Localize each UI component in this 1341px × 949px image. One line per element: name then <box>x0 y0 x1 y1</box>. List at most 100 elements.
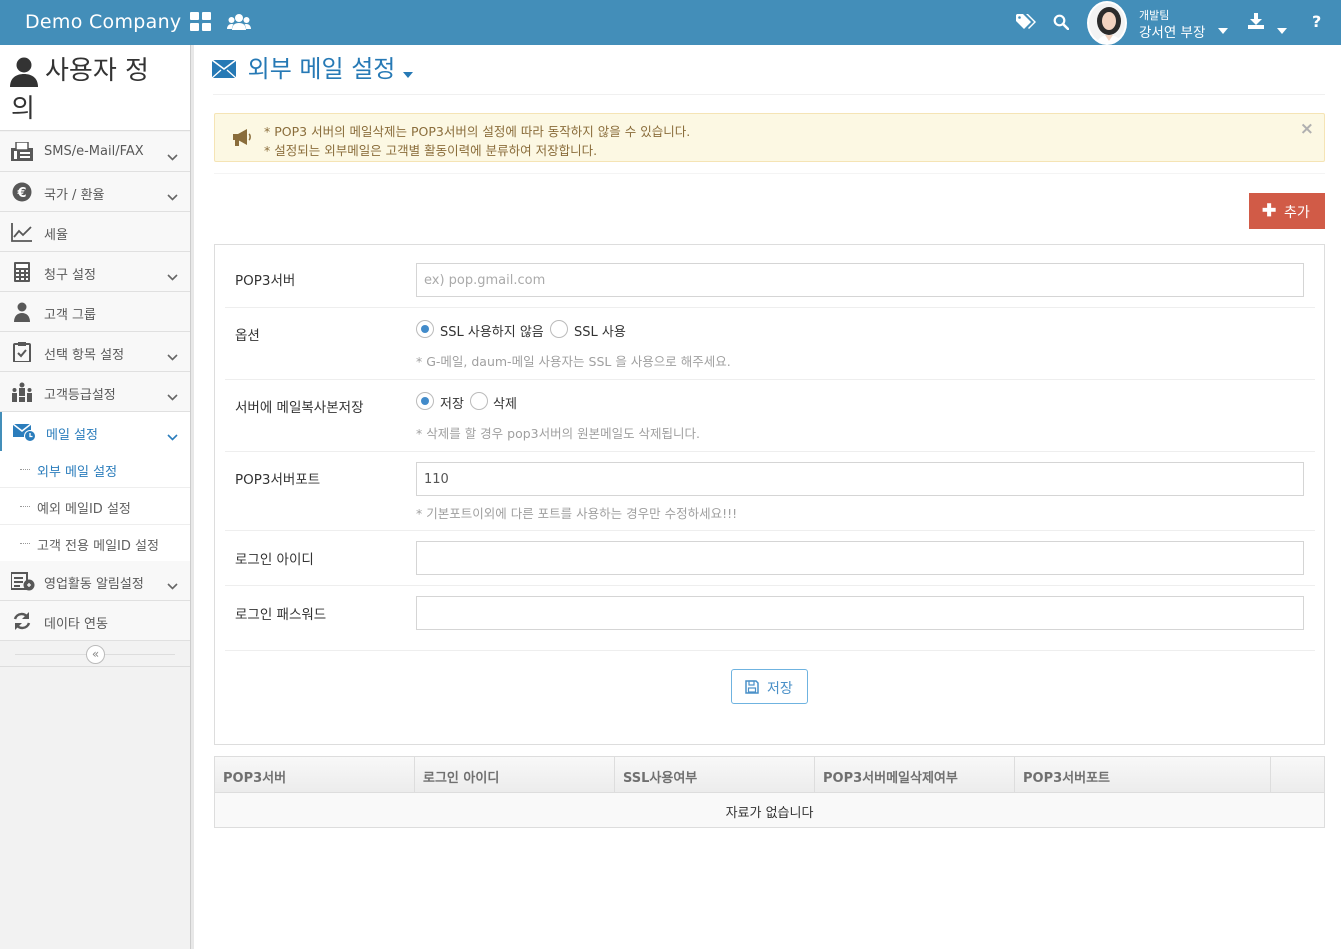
sidebar-item-label: SMS/e-Mail/FAX <box>44 144 144 159</box>
refresh-icon <box>11 611 33 631</box>
column-header-pop3-port[interactable]: POP3서버포트 <box>1015 757 1271 793</box>
double-chevron-left-icon[interactable]: « <box>86 645 105 664</box>
divider <box>225 650 1315 651</box>
sidebar-item-sms-email-fax[interactable]: SMS/e-Mail/FAX <box>0 132 190 172</box>
add-button[interactable]: ✚ 추가 <box>1249 193 1325 229</box>
help-text: * G-메일, daum-메일 사용자는 SSL 을 사용으로 해주세요. <box>416 354 731 369</box>
help-text: * 삭제를 할 경우 pop3서버의 원본메일도 삭제됩니다. <box>416 426 701 441</box>
sidebar-item-customer-group[interactable]: 고객 그룹 <box>0 292 190 332</box>
keep-copy-radio[interactable] <box>416 392 434 410</box>
plus-icon: ✚ <box>1262 201 1277 220</box>
field-label: POP3서버포트 <box>235 472 321 488</box>
radio-label: SSL 사용하지 않음 <box>440 325 544 340</box>
warning-alert: * POP3 서버의 메일삭제는 POP3서버의 설정에 따라 동작하지 않을 … <box>214 113 1325 162</box>
sidebar-item-label: 데이타 연동 <box>44 617 108 632</box>
divider <box>213 94 1325 95</box>
sidebar: 사용자 정 의 SMS/e-Mail/FAX € 국가 / 환율 세율 청구 설… <box>0 45 194 949</box>
delete-copy-radio[interactable] <box>470 392 488 410</box>
fax-icon <box>11 141 33 162</box>
calculator-icon <box>11 262 33 282</box>
user-menu[interactable]: 개발팀 강서연 부장 <box>1087 1 1237 45</box>
user-name: 강서연 부장 <box>1139 25 1206 41</box>
page-title[interactable]: 외부 메일 설정 <box>211 49 414 84</box>
field-label: 옵션 <box>235 328 260 344</box>
sidebar-item-label: 고객등급설정 <box>44 388 116 403</box>
sidebar-title: 사용자 정 의 <box>0 45 190 131</box>
column-header-actions <box>1271 757 1324 793</box>
sidebar-item-label: 세율 <box>44 228 68 243</box>
login-id-input[interactable] <box>416 541 1304 575</box>
divider <box>225 379 1315 380</box>
envelope-icon <box>211 56 237 84</box>
radio-label: SSL 사용 <box>574 325 626 340</box>
sidebar-item-label: 선택 항목 설정 <box>44 348 125 363</box>
line-chart-icon <box>11 222 33 242</box>
clipboard-check-icon <box>11 342 33 363</box>
sidebar-subitem-customer-mail-id[interactable]: 고객 전용 메일ID 설정 <box>0 525 190 562</box>
sidebar-subitem-external-mail[interactable]: 외부 메일 설정 <box>0 451 190 488</box>
ssl-on-radio[interactable] <box>550 320 568 338</box>
mail-settings-form: POP3서버 옵션 SSL 사용하지 않음 SSL 사용 * G-메일, dau… <box>214 244 1325 745</box>
save-button[interactable]: 저장 <box>731 669 808 704</box>
download-icon[interactable] <box>1248 13 1264 33</box>
chevron-down-icon <box>167 266 178 285</box>
pop3-server-input[interactable] <box>416 263 1304 297</box>
users-icon[interactable] <box>227 12 251 36</box>
divider <box>225 307 1315 308</box>
ssl-off-radio[interactable] <box>416 320 434 338</box>
column-header-login-id[interactable]: 로그인 아이디 <box>415 757 615 793</box>
login-password-input[interactable] <box>416 596 1304 630</box>
tags-icon[interactable] <box>1016 14 1036 34</box>
sidebar-title-line2: 의 <box>11 94 35 124</box>
mail-accounts-table: POP3서버 로그인 아이디 SSL사용여부 POP3서버메일삭제여부 POP3… <box>214 756 1325 828</box>
help-icon[interactable]: ? <box>1312 12 1321 31</box>
sidebar-item-label: 영업활동 알림설정 <box>44 577 144 592</box>
user-icon <box>11 302 33 322</box>
pop3-port-input[interactable] <box>416 462 1304 496</box>
sidebar-item-mail-settings[interactable]: 메일 설정 <box>0 412 190 452</box>
top-navbar: Demo Company 개발팀 강서연 부장 ? <box>0 0 1341 45</box>
sidebar-item-customer-grade[interactable]: 고객등급설정 <box>0 372 190 412</box>
sidebar-subitem-exception-mail-id[interactable]: 예외 메일ID 설정 <box>0 488 190 525</box>
chevron-down-icon <box>167 426 178 445</box>
avatar <box>1087 1 1127 45</box>
close-icon[interactable]: × <box>1300 119 1314 139</box>
mail-clock-icon <box>12 422 36 442</box>
column-header-ssl[interactable]: SSL사용여부 <box>615 757 815 793</box>
grid-icon[interactable] <box>190 12 212 36</box>
svg-text:€: € <box>16 186 26 201</box>
alert-line: * POP3 서버의 메일삭제는 POP3서버의 설정에 따라 동작하지 않을 … <box>264 124 691 139</box>
help-text: * 기본포트이외에 다른 포트를 사용하는 경우만 수정하세요!!! <box>416 506 738 521</box>
sidebar-item-sales-notification[interactable]: 영업활동 알림설정 <box>0 561 190 601</box>
table-header: POP3서버 로그인 아이디 SSL사용여부 POP3서버메일삭제여부 POP3… <box>215 757 1324 793</box>
divider <box>225 451 1315 452</box>
radio-label: 저장 <box>440 397 464 412</box>
chevron-down-icon <box>167 186 178 205</box>
caret-down-icon[interactable] <box>1277 19 1287 38</box>
alert-line: * 설정되는 외부메일은 고객별 활동이력에 분류하여 저장합니다. <box>264 143 598 158</box>
user-icon <box>10 57 38 91</box>
chevron-down-icon <box>167 386 178 405</box>
tree-connector <box>20 543 30 544</box>
sidebar-subitem-label: 예외 메일ID 설정 <box>37 502 131 517</box>
sidebar-subitem-label: 외부 메일 설정 <box>37 465 118 480</box>
euro-icon: € <box>11 182 33 202</box>
column-header-pop3-server[interactable]: POP3서버 <box>215 757 415 793</box>
sidebar-item-tax-rate[interactable]: 세율 <box>0 212 190 252</box>
column-header-delete-on-server[interactable]: POP3서버메일삭제여부 <box>815 757 1015 793</box>
sidebar-item-billing[interactable]: 청구 설정 <box>0 252 190 292</box>
chevron-down-icon <box>167 575 178 594</box>
field-label: POP3서버 <box>235 273 296 289</box>
field-label: 로그인 패스워드 <box>235 607 327 623</box>
sidebar-item-data-sync[interactable]: 데이타 연동 <box>0 601 190 641</box>
sidebar-item-label: 고객 그룹 <box>44 308 96 323</box>
sidebar-collapse-bar: « <box>0 642 190 667</box>
sidebar-item-country-exchange[interactable]: € 국가 / 환율 <box>0 172 190 212</box>
tree-connector <box>20 469 30 470</box>
brand-name[interactable]: Demo Company <box>25 11 181 33</box>
sidebar-subitem-label: 고객 전용 메일ID 설정 <box>37 539 159 554</box>
divider <box>225 585 1315 586</box>
search-icon[interactable] <box>1053 14 1070 34</box>
sidebar-item-select-options[interactable]: 선택 항목 설정 <box>0 332 190 372</box>
caret-down-icon <box>403 56 414 84</box>
